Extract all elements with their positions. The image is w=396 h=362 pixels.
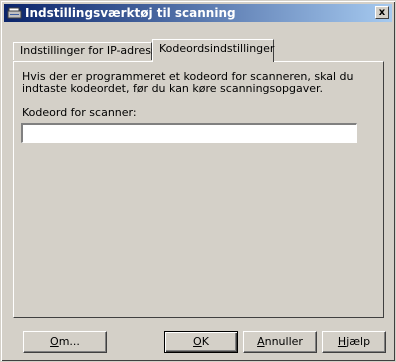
tab-password-settings[interactable]: Kodeordsindstillinger — [152, 39, 274, 62]
title-bar[interactable]: Indstillingsværktøj til scanning x — [4, 4, 392, 22]
dialog-window: Indstillingsværktøj til scanning x Indst… — [0, 0, 396, 362]
window-title: Indstillingsværktøj til scanning — [25, 6, 236, 20]
password-label: Kodeord for scanner: — [22, 106, 137, 119]
scanner-icon — [7, 7, 22, 19]
cancel-label: nnuller — [264, 335, 303, 348]
about-label: m... — [58, 335, 80, 348]
tab-ip-settings-label: Indstillinger for IP-adresse — [20, 44, 164, 57]
cancel-mnemonic: A — [257, 335, 265, 348]
help-button[interactable]: Hjælp — [322, 331, 386, 353]
close-icon: x — [378, 7, 386, 18]
cancel-button[interactable]: Annuller — [243, 331, 317, 353]
about-mnemonic: O — [50, 335, 59, 348]
tab-password-settings-label: Kodeordsindstillinger — [159, 42, 275, 55]
ok-label: K — [201, 335, 209, 348]
tab-ip-settings[interactable]: Indstillinger for IP-adresse — [13, 42, 163, 60]
tab-panel: Hvis der er programmeret et kodeord for … — [13, 61, 384, 318]
help-mnemonic: H — [337, 335, 347, 348]
ok-mnemonic: O — [193, 335, 202, 348]
help-label: jælp — [346, 335, 371, 348]
password-field[interactable] — [21, 123, 357, 143]
close-button[interactable]: x — [375, 6, 389, 19]
panel-description: Hvis der er programmeret et kodeord for … — [22, 70, 354, 95]
ok-button[interactable]: OK — [164, 331, 238, 353]
about-button[interactable]: Om... — [23, 331, 107, 353]
